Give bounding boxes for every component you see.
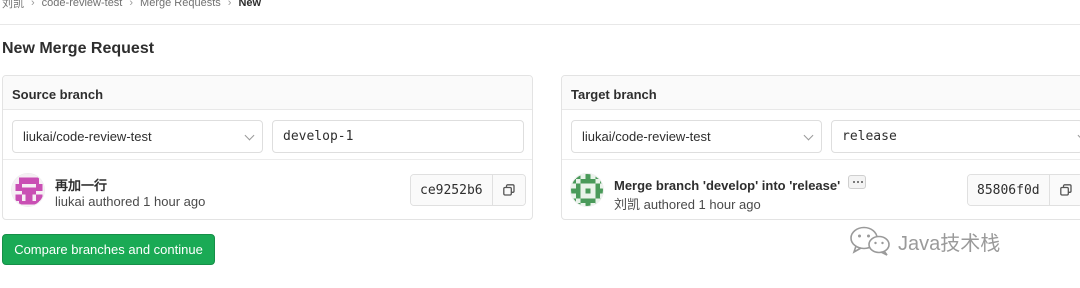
- target-branch-value: release: [842, 129, 897, 144]
- compare-branches-button[interactable]: Compare branches and continue: [2, 234, 215, 265]
- target-commit: Merge branch 'develop' into 'release' 刘凯…: [562, 160, 1080, 219]
- wechat-icon: [850, 226, 890, 256]
- target-project-dropdown[interactable]: liukai/code-review-test: [571, 120, 822, 153]
- copy-sha-button[interactable]: [492, 175, 525, 205]
- target-commit-meta: 刘凯 authored 1 hour ago: [614, 197, 761, 212]
- breadcrumb-item-merge-requests[interactable]: Merge Requests: [140, 0, 221, 9]
- source-branch-dropdown[interactable]: develop-1: [272, 120, 524, 153]
- breadcrumb-chevron-icon: ›: [31, 0, 35, 9]
- copy-icon: [502, 184, 515, 196]
- source-branch-panel: Source branch liukai/code-review-test de…: [2, 75, 533, 220]
- source-branch-heading: Source branch: [3, 76, 532, 110]
- target-branch-heading: Target branch: [562, 76, 1080, 110]
- breadcrumb-current: New: [238, 0, 262, 9]
- breadcrumb: 刘凯 › code-review-test › Merge Requests ›…: [2, 0, 261, 12]
- source-branch-value: develop-1: [283, 129, 354, 144]
- ellipsis-icon[interactable]: [848, 175, 867, 189]
- source-selects: liukai/code-review-test develop-1: [3, 110, 532, 160]
- target-selects: liukai/code-review-test release: [562, 110, 1080, 160]
- breadcrumb-divider: [0, 24, 1080, 25]
- breadcrumb-item-user[interactable]: 刘凯: [2, 0, 24, 11]
- page-title: New Merge Request: [2, 40, 155, 57]
- source-sha-group: ce9252b6: [410, 174, 526, 206]
- breadcrumb-chevron-icon: ›: [227, 0, 232, 9]
- target-branch-panel: Target branch liukai/code-review-test re…: [561, 75, 1080, 220]
- chevron-down-icon: [803, 130, 814, 141]
- avatar[interactable]: [11, 173, 45, 207]
- target-commit-sha[interactable]: 85806f0d: [968, 175, 1050, 205]
- source-commit: 再加一行 liukai authored 1 hour ago ce9252b6: [3, 160, 532, 219]
- avatar[interactable]: [570, 173, 604, 207]
- chevron-down-icon: [244, 130, 255, 141]
- target-commit-title-text[interactable]: Merge branch 'develop' into 'release': [614, 178, 840, 193]
- breadcrumb-item-project[interactable]: code-review-test: [42, 0, 123, 9]
- watermark-text: Java技术栈: [898, 232, 1001, 255]
- source-project-dropdown[interactable]: liukai/code-review-test: [12, 120, 263, 153]
- copy-icon: [1059, 184, 1072, 196]
- target-commit-title: Merge branch 'develop' into 'release': [614, 175, 867, 193]
- source-commit-meta: liukai authored 1 hour ago: [55, 194, 206, 209]
- target-project-value: liukai/code-review-test: [582, 129, 711, 144]
- source-commit-sha[interactable]: ce9252b6: [411, 175, 493, 205]
- copy-sha-button[interactable]: [1049, 175, 1080, 205]
- breadcrumb-chevron-icon: ›: [129, 0, 134, 9]
- watermark: Java技术栈: [848, 225, 1000, 257]
- target-sha-group: 85806f0d: [967, 174, 1080, 206]
- source-commit-title[interactable]: 再加一行: [55, 175, 107, 194]
- source-project-value: liukai/code-review-test: [23, 129, 152, 144]
- target-branch-dropdown[interactable]: release: [831, 120, 1080, 153]
